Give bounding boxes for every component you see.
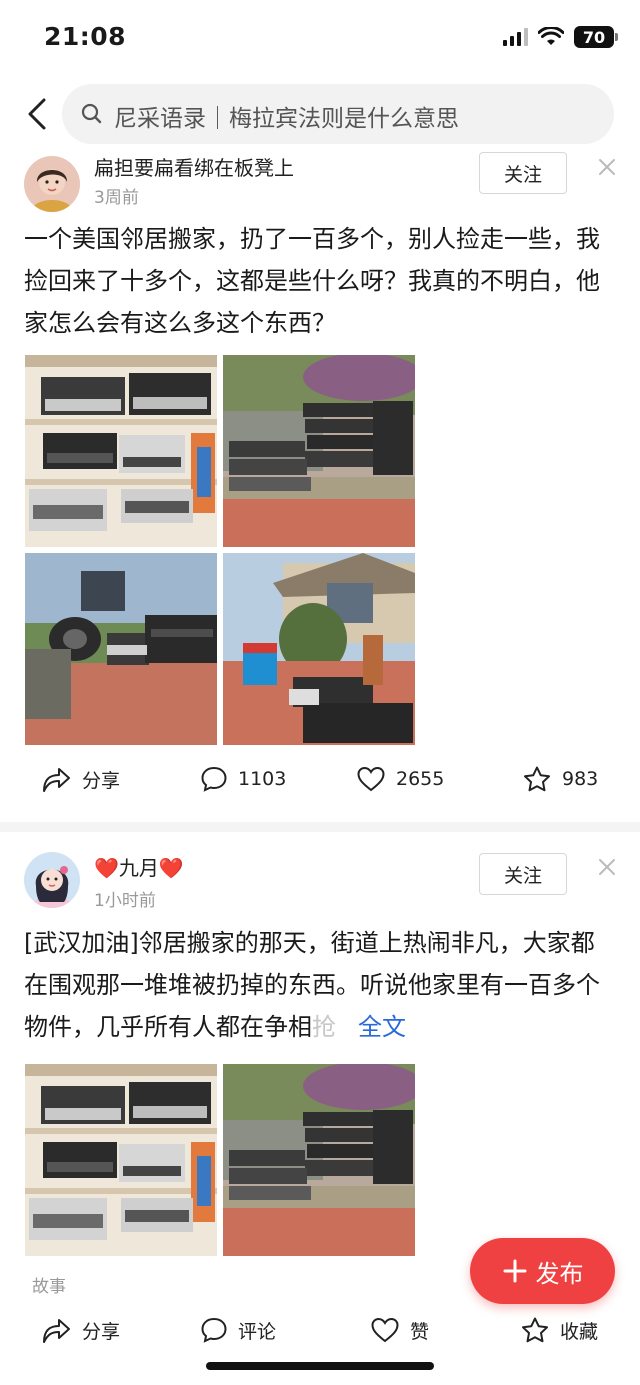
search-placeholder: 尼采语录｜梅拉宾法则是什么意思 — [114, 106, 459, 132]
plus-icon — [503, 1259, 526, 1283]
post-text-faded: 抢 — [312, 1013, 336, 1041]
status-time: 21:08 — [44, 22, 127, 51]
share-button[interactable]: 分享 — [40, 765, 120, 793]
share-label: 分享 — [82, 769, 121, 792]
share-button[interactable]: 分享 — [40, 1316, 120, 1344]
post-image[interactable] — [25, 355, 217, 547]
close-icon[interactable] — [596, 856, 618, 878]
comment-count: 1103 — [238, 768, 287, 790]
wifi-icon — [538, 27, 564, 45]
battery-icon: 70 — [574, 26, 618, 48]
search-icon — [81, 103, 102, 124]
cellular-signal-icon — [503, 28, 528, 46]
chevron-left-icon — [28, 98, 46, 130]
post-actions: 分享 评论 赞 收藏 — [0, 1316, 640, 1356]
post-image[interactable] — [223, 1064, 415, 1256]
comment-label: 评论 — [238, 1320, 277, 1343]
avatar[interactable] — [24, 852, 80, 908]
heart-icon — [357, 766, 385, 792]
like-button[interactable]: 2655 — [356, 765, 444, 793]
star-icon — [524, 766, 550, 792]
search-bar[interactable]: 尼采语录｜梅拉宾法则是什么意思 — [62, 84, 614, 144]
post-card: 扁担要扁看绑在板凳上 3周前 关注 一个美国邻居搬家，扔了一百多个，别人捡走一些… — [0, 148, 640, 822]
heart-icon — [371, 1317, 399, 1343]
comment-icon — [201, 1317, 227, 1343]
post-image[interactable] — [25, 553, 217, 745]
comment-button[interactable]: 评论 — [200, 1316, 276, 1344]
follow-button[interactable]: 关注 — [479, 152, 567, 194]
favorite-button[interactable]: 983 — [522, 765, 598, 793]
back-button[interactable] — [22, 94, 58, 134]
close-icon[interactable] — [596, 156, 618, 178]
favorite-button[interactable]: 收藏 — [520, 1316, 598, 1344]
full-text-link[interactable]: 全文 — [358, 1013, 406, 1041]
share-icon — [43, 1319, 70, 1343]
username[interactable]: 扁担要扁看绑在板凳上 — [94, 152, 294, 181]
share-icon — [43, 768, 70, 792]
like-label: 赞 — [410, 1320, 430, 1343]
like-count: 2655 — [396, 768, 445, 790]
favorite-label: 收藏 — [560, 1320, 599, 1343]
publish-button[interactable]: 发布 — [470, 1238, 615, 1304]
status-bar: 21:08 70 — [0, 0, 640, 78]
post-text[interactable]: 一个美国邻居搬家，扔了一百多个，别人捡走一些，我捡回来了十多个，这都是些什么呀？… — [24, 218, 618, 344]
top-bar: 尼采语录｜梅拉宾法则是什么意思 — [0, 82, 640, 146]
post-image[interactable] — [25, 1064, 217, 1256]
post-divider — [0, 822, 640, 832]
status-icons: 70 — [503, 26, 618, 48]
post-image[interactable] — [223, 553, 415, 745]
post-time: 1小时前 — [94, 891, 156, 911]
post-time: 3周前 — [94, 188, 139, 208]
post-text[interactable]: [武汉加油]邻居搬家的那天，街道上热闹非凡，大家都在围观那一堆堆被扔掉的东西。听… — [24, 922, 618, 1048]
favorite-count: 983 — [562, 768, 599, 790]
username[interactable]: ❤️九月❤️ — [94, 852, 184, 881]
star-icon — [522, 1317, 548, 1343]
avatar[interactable] — [24, 156, 80, 212]
comment-button[interactable]: 1103 — [200, 765, 286, 793]
home-indicator[interactable] — [206, 1362, 434, 1370]
like-button[interactable]: 赞 — [370, 1316, 429, 1344]
post-actions: 分享 1103 2655 983 — [0, 765, 640, 805]
publish-label: 发布 — [535, 1259, 584, 1288]
comment-icon — [201, 766, 227, 792]
topic-tag[interactable]: 故事 — [32, 1272, 66, 1297]
post-image[interactable] — [223, 355, 415, 547]
share-label: 分享 — [82, 1320, 121, 1343]
follow-button[interactable]: 关注 — [479, 853, 567, 895]
